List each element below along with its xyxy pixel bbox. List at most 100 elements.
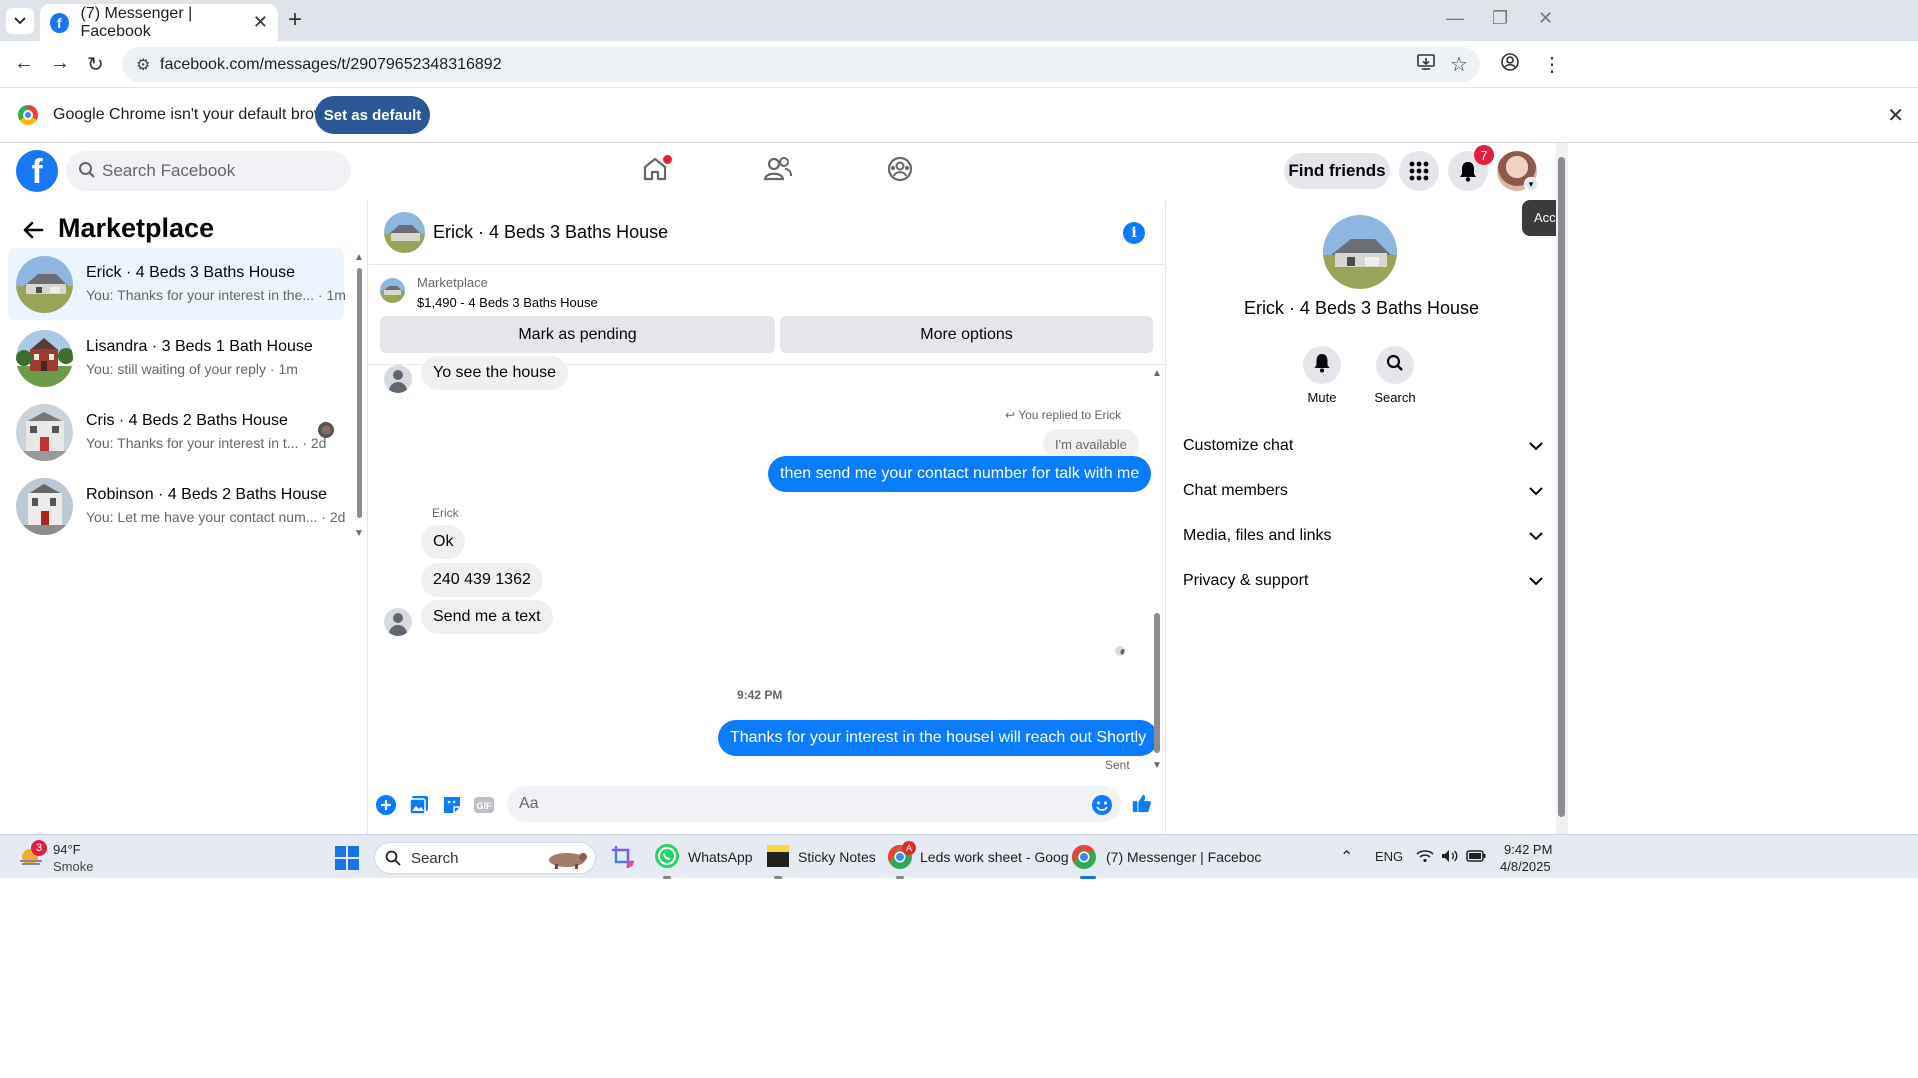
site-info-icon[interactable]: ⚙ — [136, 55, 150, 75]
url-input[interactable]: ⚙ facebook.com/messages/t/29079652348316… — [122, 47, 1480, 82]
chrome-icon[interactable] — [1071, 844, 1097, 875]
snipping-tool-icon[interactable] — [610, 844, 636, 875]
restore-icon[interactable]: ❐ — [1492, 8, 1508, 29]
conversation-preview: You: still waiting of your reply · 1m — [86, 361, 298, 377]
mark-as-pending-button[interactable]: Mark as pending — [380, 316, 775, 353]
forward-icon[interactable]: → — [50, 52, 70, 75]
chat-title[interactable]: Erick · 4 Beds 3 Baths House — [433, 222, 668, 243]
page-scrollbar[interactable] — [1556, 143, 1568, 834]
clock-date[interactable]: 4/8/2025 — [1500, 859, 1551, 874]
message-input[interactable]: Aa — [507, 786, 1121, 822]
reply-arrow-icon: ↩ — [1005, 408, 1016, 422]
conversation-item[interactable]: Erick · 4 Beds 3 Baths House You: Thanks… — [8, 248, 346, 320]
weather-temp[interactable]: 94°F — [53, 842, 81, 857]
set-default-button[interactable]: Set as default — [315, 96, 430, 134]
address-bar-row: ← → ↻ ⚙ facebook.com/messages/t/29079652… — [0, 41, 1918, 88]
weather-badge: 3 — [31, 840, 47, 856]
more-options-button[interactable]: More options — [780, 316, 1153, 353]
outgoing-message: Thanks for your interest in the houseI w… — [718, 720, 1159, 756]
minimize-icon[interactable]: — — [1446, 8, 1464, 29]
chat-scrollbar[interactable] — [1154, 613, 1160, 753]
media-files-links-row[interactable]: Media, files and links — [1183, 516, 1543, 556]
profile-house-image[interactable] — [1323, 215, 1397, 289]
conversation-item[interactable]: Cris · 4 Beds 2 Baths House You: Thanks … — [8, 396, 344, 468]
windows-start-icon[interactable] — [334, 845, 360, 876]
search-placeholder: Search Facebook — [102, 161, 236, 180]
emoji-icon[interactable] — [1091, 794, 1113, 816]
sticky-notes-icon[interactable] — [766, 844, 790, 873]
bookmark-star-icon[interactable]: ☆ — [1450, 52, 1468, 77]
house-thumbnail — [16, 256, 73, 313]
profile-icon[interactable] — [1500, 52, 1520, 78]
facebook-search-input[interactable]: Search Facebook — [66, 151, 351, 191]
chat-house-avatar[interactable] — [384, 212, 425, 253]
browser-menu-icon[interactable]: ⋮ — [1542, 52, 1562, 77]
chat-scroll-down-icon[interactable]: ▼ — [1152, 760, 1162, 771]
conversation-preview: You: Thanks for your interest in t... · … — [86, 435, 327, 451]
whatsapp-icon[interactable] — [654, 843, 680, 874]
svg-text:GIF: GIF — [477, 801, 493, 811]
find-friends-button[interactable]: Find friends — [1284, 153, 1390, 189]
language-indicator[interactable]: ENG — [1375, 849, 1403, 864]
account-chevron-icon[interactable]: ▾ — [1524, 177, 1538, 191]
marketplace-conversation-list: Marketplace Erick · 4 Beds 3 Baths House… — [0, 200, 368, 834]
conversation-item[interactable]: Robinson · 4 Beds 2 Baths House You: Let… — [8, 470, 345, 542]
conversation-name: Lisandra · 3 Beds 1 Bath House — [86, 338, 313, 355]
scroll-up-icon[interactable]: ▲ — [354, 252, 364, 263]
listing-price-title[interactable]: $1,490 - 4 Beds 3 Baths House — [417, 295, 598, 310]
conversation-details-panel: Erick · 4 Beds 3 Baths House Mute Search… — [1167, 200, 1556, 834]
install-app-icon[interactable] — [1416, 52, 1436, 78]
message-timestamp: 9:42 PM — [737, 688, 783, 702]
taskbar-app-messenger[interactable]: (7) Messenger | Faceboc — [1106, 849, 1261, 865]
taskbar-app-sticky-notes[interactable]: Sticky Notes — [798, 849, 876, 865]
page-scrollbar-thumb[interactable] — [1558, 157, 1565, 817]
house-thumbnail — [16, 478, 73, 535]
privacy-support-row[interactable]: Privacy & support — [1183, 561, 1543, 601]
search-icon — [385, 850, 401, 870]
photo-icon[interactable] — [408, 794, 430, 816]
tab-search-chevron-icon[interactable] — [6, 8, 34, 34]
bell-icon — [1313, 353, 1331, 378]
clock-time[interactable]: 9:42 PM — [1504, 842, 1552, 857]
menu-grid-icon[interactable] — [1399, 151, 1439, 191]
notification-count-badge: 7 — [1474, 145, 1494, 165]
mute-button[interactable] — [1303, 346, 1341, 384]
chat-members-row[interactable]: Chat members — [1183, 471, 1543, 511]
friends-icon[interactable] — [763, 155, 793, 188]
battery-icon[interactable] — [1466, 849, 1486, 868]
message-composer: GIF Aa — [369, 780, 1166, 834]
infobar-close-icon[interactable]: ✕ — [1887, 103, 1904, 128]
customize-chat-row[interactable]: Customize chat — [1183, 426, 1543, 466]
facebook-logo-icon[interactable]: f — [16, 150, 58, 192]
taskbar-app-whatsapp[interactable]: WhatsApp — [688, 849, 753, 865]
conversation-info-icon[interactable]: i — [1123, 222, 1145, 244]
gif-icon[interactable]: GIF — [473, 794, 495, 816]
sticker-icon[interactable] — [441, 794, 463, 816]
app-running-indicator — [896, 876, 904, 879]
search-in-conversation-button[interactable] — [1376, 346, 1414, 384]
conversation-item[interactable]: Lisandra · 3 Beds 1 Bath House You: stil… — [8, 322, 344, 394]
wifi-icon[interactable] — [1416, 849, 1434, 868]
read-receipt-avatar — [318, 422, 334, 438]
browser-tab[interactable]: f (7) Messenger | Facebook ✕ — [40, 4, 278, 41]
window-close-icon[interactable]: ✕ — [1538, 8, 1553, 29]
list-scrollbar[interactable] — [357, 268, 362, 518]
thumbs-up-icon[interactable] — [1131, 792, 1153, 814]
taskbar-app-sheets[interactable]: Leds work sheet - Goog — [920, 849, 1069, 865]
conversation-preview: You: Thanks for your interest in the... … — [86, 287, 346, 303]
scroll-down-icon[interactable]: ▼ — [354, 528, 364, 539]
back-icon[interactable]: ← — [14, 52, 34, 75]
volume-icon[interactable] — [1441, 849, 1459, 868]
groups-icon[interactable] — [886, 155, 914, 188]
url-text: facebook.com/messages/t/2907965234831689… — [160, 55, 502, 73]
reload-icon[interactable]: ↻ — [87, 52, 104, 77]
tab-close-icon[interactable]: ✕ — [253, 12, 268, 33]
chat-scroll-up-icon[interactable]: ▲ — [1152, 368, 1162, 379]
back-arrow-icon[interactable] — [22, 218, 44, 246]
tray-chevron-up-icon[interactable]: ⌃ — [1340, 847, 1353, 867]
conversation-name: Erick · 4 Beds 3 Baths House — [86, 264, 295, 281]
taskbar-search-input[interactable]: Search — [374, 842, 596, 874]
more-actions-icon[interactable] — [375, 794, 397, 816]
new-tab-icon[interactable]: + — [288, 6, 302, 34]
home-notification-dot — [663, 155, 672, 164]
